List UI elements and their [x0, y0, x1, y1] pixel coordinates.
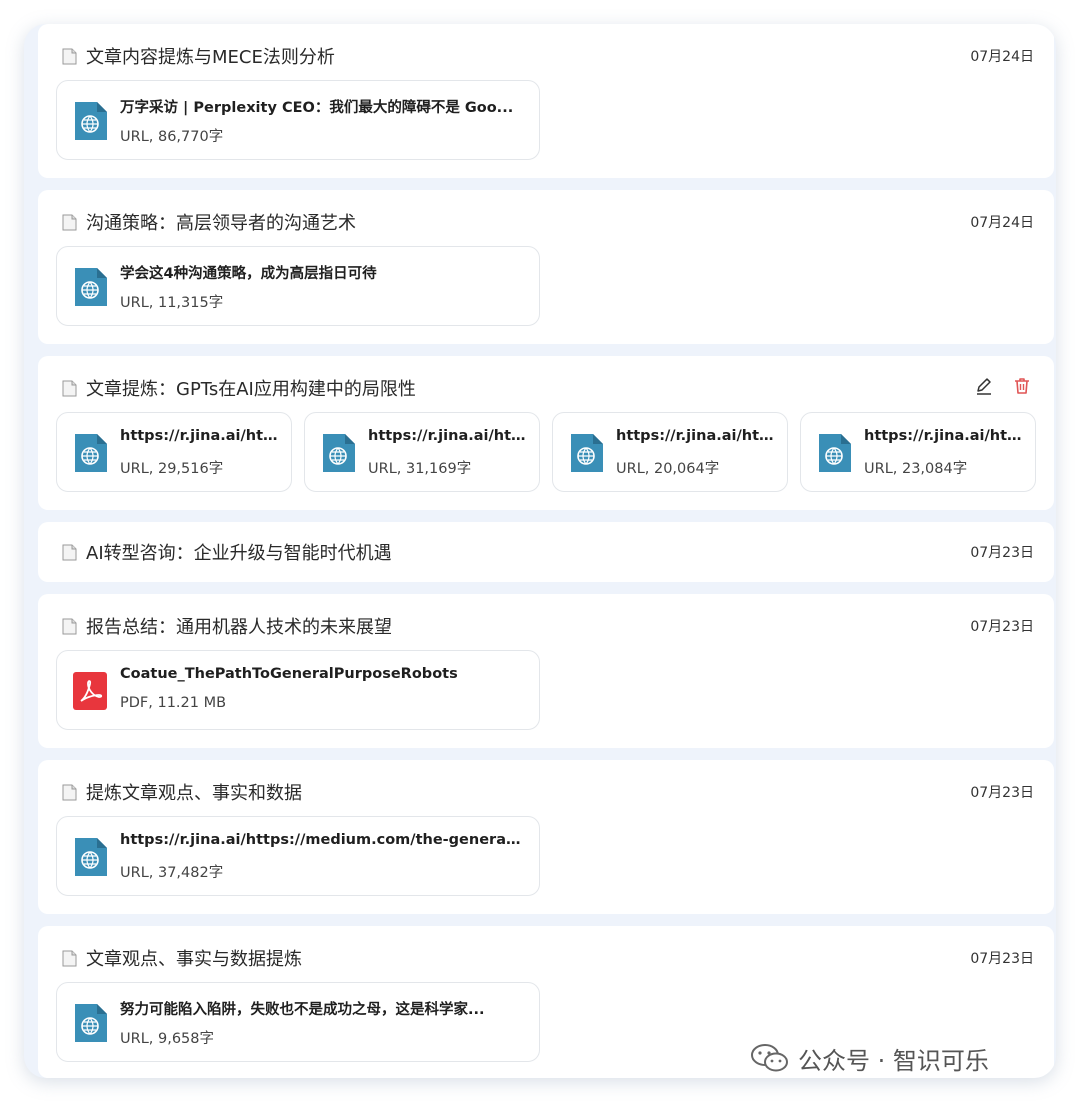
- attachment-meta: URL, 86,770字: [120, 129, 224, 145]
- attachment-meta: URL, 29,516字: [120, 461, 224, 477]
- attachment-name: https://r.jina.ai/htt...: [616, 428, 775, 444]
- web-link-file-icon: [75, 1004, 107, 1042]
- web-link-file-icon: [75, 838, 107, 876]
- watermark: 公众号 · 智识可乐: [750, 1040, 989, 1076]
- pdf-file-icon: [73, 672, 107, 710]
- attachment-card[interactable]: https://r.jina.ai/htt... URL, 20,064字: [552, 412, 788, 492]
- conversation-card[interactable]: AI转型咨询：企业升级与智能时代机遇 07月23日: [38, 522, 1054, 582]
- web-link-file-icon: [323, 434, 355, 472]
- wechat-icon: [751, 1044, 788, 1072]
- conversation-card[interactable]: 文章内容提炼与MECE法则分析 07月24日 万字采访 | Perplexity…: [38, 24, 1054, 178]
- attachment-name: https://r.jina.ai/https://medium.com/the…: [120, 832, 527, 848]
- conversation-date: 07月23日: [970, 619, 1034, 635]
- conversation-list-panel: 文章内容提炼与MECE法则分析 07月24日 万字采访 | Perplexity…: [24, 24, 1056, 1078]
- document-icon: [62, 544, 77, 560]
- attachment-meta: URL, 31,169字: [368, 461, 472, 477]
- web-link-file-icon: [819, 434, 851, 472]
- conversation-title: 沟通策略：高层领导者的沟通艺术: [86, 213, 356, 234]
- attachment-meta: URL, 23,084字: [864, 461, 968, 477]
- conversation-title: 报告总结：通用机器人技术的未来展望: [86, 617, 392, 638]
- conversation-date: 07月24日: [970, 49, 1034, 65]
- document-icon: [62, 950, 77, 966]
- attachment-name: https://r.jina.ai/htt...: [120, 428, 279, 444]
- conversation-date: 07月23日: [970, 545, 1034, 561]
- attachment-card[interactable]: https://r.jina.ai/htt... URL, 23,084字: [800, 412, 1036, 492]
- conversation-date: 07月23日: [970, 785, 1034, 801]
- conversation-card[interactable]: 文章提炼：GPTs在AI应用构建中的局限性 https://r.jina.ai/…: [38, 356, 1054, 510]
- attachment-meta: URL, 20,064字: [616, 461, 720, 477]
- web-link-file-icon: [571, 434, 603, 472]
- conversation-title: AI转型咨询：企业升级与智能时代机遇: [86, 543, 392, 564]
- document-icon: [62, 380, 77, 396]
- conversation-card[interactable]: 提炼文章观点、事实和数据 07月23日 https://r.jina.ai/ht…: [38, 760, 1054, 914]
- attachment-card[interactable]: https://r.jina.ai/htt... URL, 29,516字: [56, 412, 292, 492]
- conversation-title: 文章提炼：GPTs在AI应用构建中的局限性: [86, 379, 416, 400]
- document-icon: [62, 214, 77, 230]
- web-link-file-icon: [75, 268, 107, 306]
- conversation-card[interactable]: 沟通策略：高层领导者的沟通艺术 07月24日 学会这4种沟通策略，成为高层指日可…: [38, 190, 1054, 344]
- attachment-card[interactable]: 万字采访 | Perplexity CEO：我们最大的障碍不是 Goo... U…: [56, 80, 540, 160]
- watermark-text: 公众号 · 智识可乐: [798, 1046, 989, 1075]
- attachment-card[interactable]: https://r.jina.ai/https://medium.com/the…: [56, 816, 540, 896]
- attachment-name: 学会这4种沟通策略，成为高层指日可待: [120, 266, 377, 282]
- attachment-meta: PDF, 11.21 MB: [120, 695, 227, 711]
- trash-icon[interactable]: [1012, 376, 1032, 396]
- document-icon: [62, 784, 77, 800]
- attachment-card[interactable]: Coatue_ThePathToGeneralPurposeRobots PDF…: [56, 650, 540, 730]
- web-link-file-icon: [75, 434, 107, 472]
- attachment-name: 万字采访 | Perplexity CEO：我们最大的障碍不是 Goo...: [120, 100, 514, 116]
- edit-icon[interactable]: [974, 376, 994, 396]
- conversation-card[interactable]: 报告总结：通用机器人技术的未来展望 07月23日 Coatue_ThePathT…: [38, 594, 1054, 748]
- attachment-name: 努力可能陷入陷阱，失败也不是成功之母，这是科学家...: [120, 1002, 485, 1018]
- attachment-meta: URL, 9,658字: [120, 1031, 214, 1047]
- conversation-title: 文章观点、事实与数据提炼: [86, 949, 302, 970]
- attachment-name: https://r.jina.ai/htt...: [368, 428, 527, 444]
- attachment-name: Coatue_ThePathToGeneralPurposeRobots: [120, 666, 458, 682]
- web-link-file-icon: [75, 102, 107, 140]
- attachment-card[interactable]: 努力可能陷入陷阱，失败也不是成功之母，这是科学家... URL, 9,658字: [56, 982, 540, 1062]
- attachment-meta: URL, 11,315字: [120, 295, 224, 311]
- document-icon: [62, 48, 77, 64]
- conversation-title: 提炼文章观点、事实和数据: [86, 783, 302, 804]
- attachment-meta: URL, 37,482字: [120, 865, 224, 881]
- document-icon: [62, 618, 77, 634]
- attachment-name: https://r.jina.ai/htt...: [864, 428, 1023, 444]
- conversation-date: 07月23日: [970, 951, 1034, 967]
- conversation-date: 07月24日: [970, 215, 1034, 231]
- attachment-card[interactable]: 学会这4种沟通策略，成为高层指日可待 URL, 11,315字: [56, 246, 540, 326]
- attachment-card[interactable]: https://r.jina.ai/htt... URL, 31,169字: [304, 412, 540, 492]
- conversation-title: 文章内容提炼与MECE法则分析: [86, 47, 335, 68]
